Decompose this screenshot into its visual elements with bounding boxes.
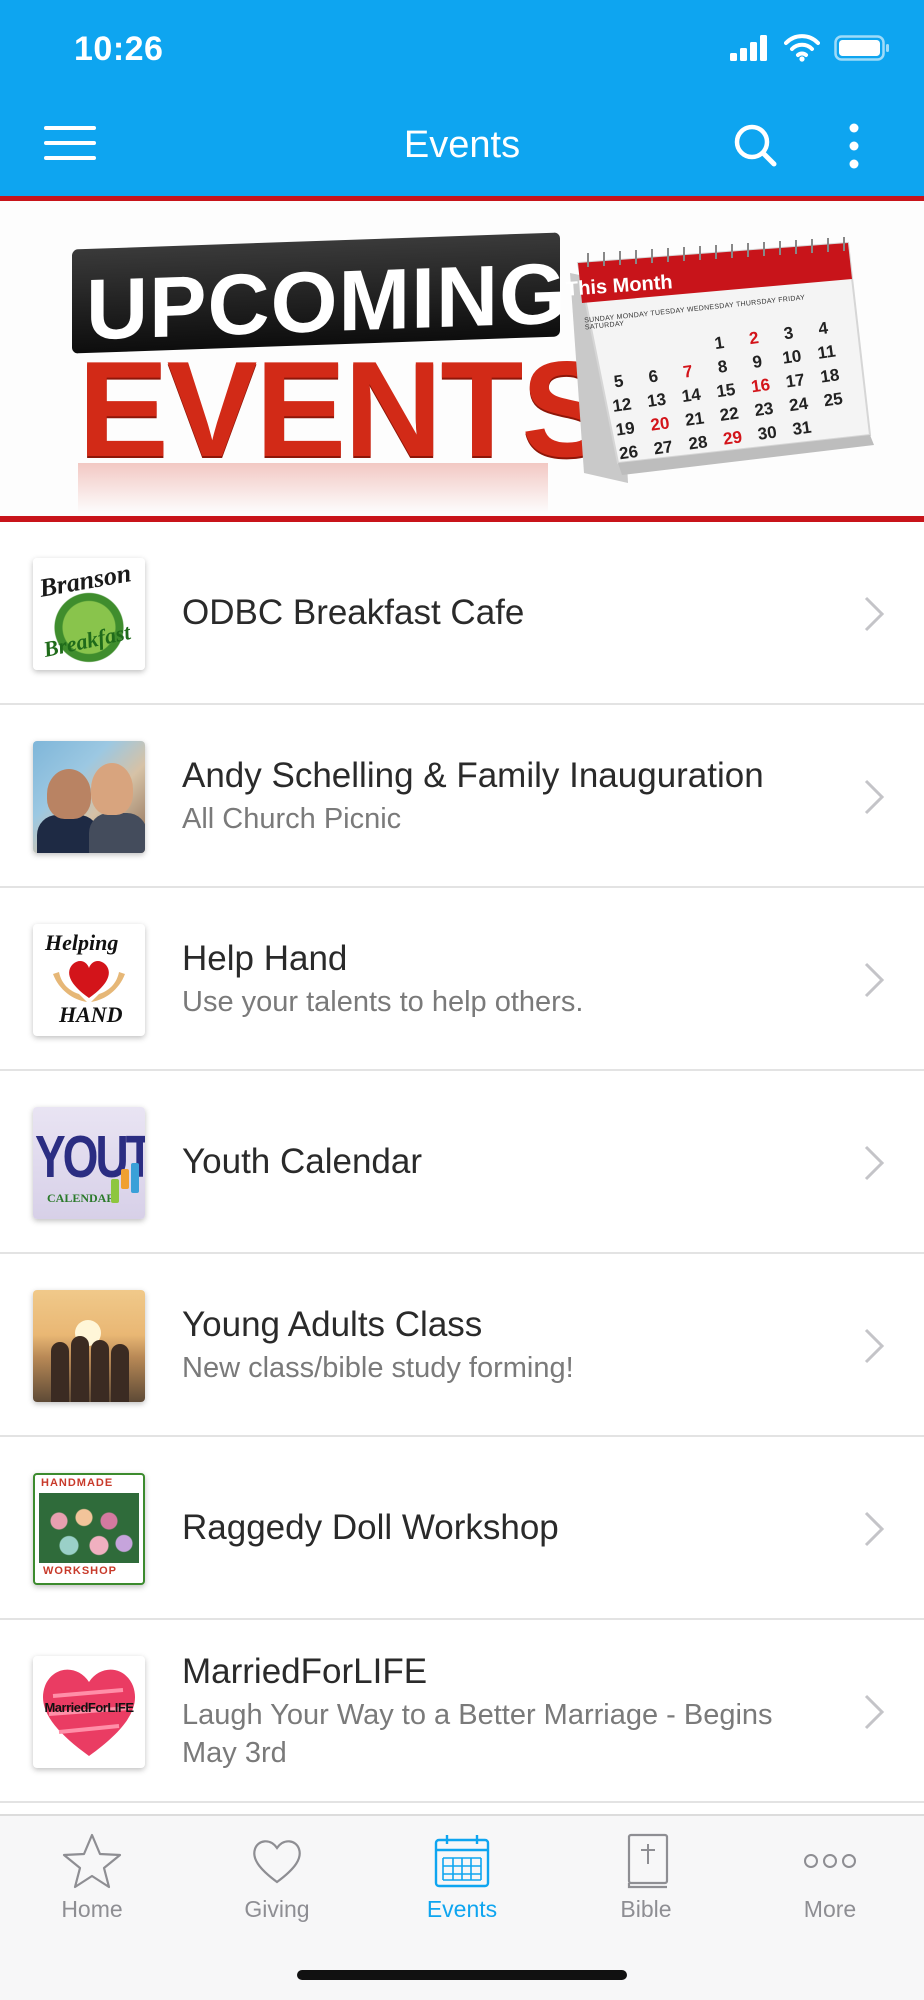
- event-thumbnail: Helping HAND: [33, 924, 145, 1036]
- event-title: Young Adults Class: [182, 1304, 483, 1344]
- calendar-day: 29: [721, 427, 744, 449]
- event-thumbnail: MarriedForLIFE: [33, 1656, 145, 1768]
- calendar-day: 27: [652, 437, 674, 459]
- event-row-young-adults-class[interactable]: Young Adults Class New class/bible study…: [0, 1254, 924, 1437]
- upcoming-events-banner: UPCOMING EVENTS This Month SUNDAY MONDAY…: [0, 201, 924, 518]
- bible-icon: [627, 1833, 669, 1889]
- event-thumbnail: Branson Breakfast: [33, 558, 145, 670]
- event-subtitle: All Church Picnic: [182, 802, 402, 835]
- star-icon: [62, 1833, 122, 1889]
- search-button[interactable]: [730, 120, 782, 172]
- calendar-day: 30: [756, 422, 778, 444]
- tab-events[interactable]: Events: [392, 1832, 532, 1942]
- chevron-right-icon: [864, 1145, 885, 1181]
- tab-bible[interactable]: Bible: [576, 1832, 716, 1942]
- event-title: Andy Schelling & Family Inauguration: [182, 755, 764, 795]
- app-header: 10:26 Events: [0, 0, 924, 196]
- status-icons: [730, 34, 890, 62]
- event-row-married-for-life[interactable]: MarriedForLIFE MarriedForLIFE Laugh Your…: [0, 1620, 924, 1803]
- event-title: Youth Calendar: [182, 1141, 423, 1181]
- home-indicator: [297, 1970, 627, 1980]
- event-row-andy-schelling-inauguration[interactable]: Andy Schelling & Family Inauguration All…: [0, 705, 924, 888]
- event-thumbnail: HANDMADE WORKSHOP: [33, 1473, 145, 1585]
- event-thumbnail: [33, 1290, 145, 1402]
- event-title: MarriedForLIFE: [182, 1651, 428, 1691]
- event-title: ODBC Breakfast Cafe: [182, 592, 525, 632]
- status-time: 10:26: [74, 30, 164, 68]
- event-subtitle: Use your talents to help others.: [182, 985, 584, 1018]
- event-subtitle: Laugh Your Way to a Better Marriage - Be…: [182, 1698, 773, 1769]
- tab-more[interactable]: More: [760, 1832, 900, 1942]
- search-icon: [734, 124, 777, 167]
- tab-giving[interactable]: Giving: [207, 1832, 347, 1942]
- banner-line-2: EVENTS: [78, 333, 612, 485]
- event-title: Help Hand: [182, 938, 348, 978]
- calendar-day: [820, 410, 853, 438]
- event-row-help-hand[interactable]: Helping HAND Help Hand Use your talents …: [0, 888, 924, 1071]
- battery-icon: [834, 35, 889, 61]
- chevron-right-icon: [864, 962, 885, 998]
- event-title: Raggedy Doll Workshop: [182, 1507, 559, 1547]
- chevron-right-icon: [864, 596, 885, 632]
- event-row-odbc-breakfast-cafe[interactable]: Branson Breakfast ODBC Breakfast Cafe: [0, 522, 924, 705]
- page-title: Events: [403, 124, 521, 166]
- chevron-right-icon: [864, 779, 885, 815]
- cellular-signal-icon: [730, 35, 767, 61]
- tab-home[interactable]: Home: [22, 1832, 162, 1942]
- event-row-raggedy-doll-workshop[interactable]: HANDMADE WORKSHOP Raggedy Doll Workshop: [0, 1437, 924, 1620]
- event-thumbnail: YOUTH CALENDAR: [33, 1107, 145, 1219]
- event-thumbnail: [33, 741, 145, 853]
- heart-icon: [253, 1840, 301, 1884]
- more-dots-icon: [804, 1854, 856, 1868]
- event-row-youth-calendar[interactable]: YOUTH CALENDAR Youth Calendar: [0, 1071, 924, 1254]
- calendar-day: 31: [791, 417, 813, 440]
- events-list: Branson Breakfast ODBC Breakfast Cafe An…: [0, 522, 924, 1803]
- chevron-right-icon: [864, 1328, 885, 1364]
- overflow-menu-button[interactable]: [836, 120, 872, 172]
- heart-hands-icon: [53, 961, 125, 1002]
- chevron-right-icon: [864, 1511, 885, 1547]
- calendar-day: 28: [687, 432, 709, 454]
- calendar-day: 26: [617, 441, 640, 464]
- chevron-right-icon: [864, 1694, 885, 1730]
- vertical-dots-icon: [849, 123, 859, 169]
- event-subtitle: New class/bible study forming!: [182, 1351, 574, 1384]
- calendar-icon: [434, 1835, 490, 1888]
- wifi-icon: [784, 34, 820, 62]
